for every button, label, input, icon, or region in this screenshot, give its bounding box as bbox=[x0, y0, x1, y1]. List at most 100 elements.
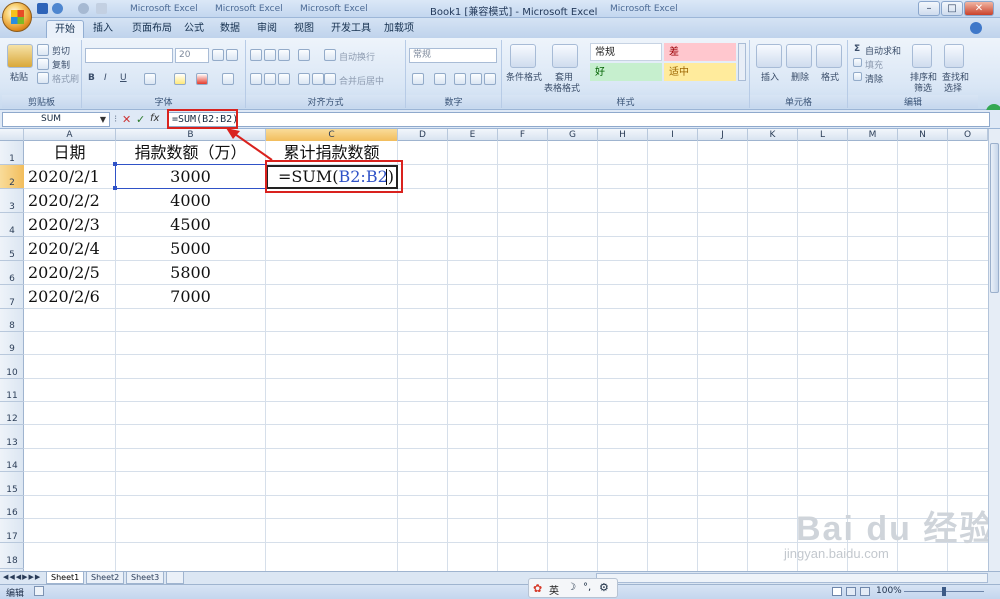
tab-view[interactable]: 视图 bbox=[286, 20, 322, 38]
column-header-j[interactable]: J bbox=[698, 129, 748, 141]
align-left-icon[interactable] bbox=[250, 73, 262, 85]
bold-button[interactable]: B bbox=[88, 73, 95, 83]
tab-developer[interactable]: 开发工具 bbox=[323, 20, 379, 38]
insert-sheet-icon[interactable] bbox=[166, 572, 184, 584]
vertical-scrollbar[interactable] bbox=[988, 129, 1000, 571]
shrink-font-icon[interactable] bbox=[226, 49, 238, 61]
format-cells-icon[interactable] bbox=[816, 44, 842, 68]
redo-icon[interactable] bbox=[78, 3, 89, 14]
help-icon[interactable] bbox=[970, 22, 982, 34]
row-header[interactable]: 11 bbox=[0, 379, 24, 402]
fill-button[interactable]: 填充 bbox=[865, 58, 883, 71]
date-cell[interactable]: 2020/2/2 bbox=[28, 189, 100, 213]
punct-icon[interactable]: °, bbox=[583, 582, 591, 593]
delete-cells-icon[interactable] bbox=[786, 44, 812, 68]
column-header-h[interactable]: H bbox=[598, 129, 648, 141]
minimize-button[interactable]: – bbox=[918, 1, 940, 16]
align-right-icon[interactable] bbox=[278, 73, 290, 85]
date-cell[interactable]: 2020/2/1 bbox=[28, 165, 100, 189]
align-top-icon[interactable] bbox=[250, 49, 262, 61]
taskbar-tab[interactable]: Microsoft Excel bbox=[130, 2, 198, 16]
comma-icon[interactable] bbox=[454, 73, 466, 85]
indent-decrease-icon[interactable] bbox=[298, 73, 310, 85]
tab-data[interactable]: 数据 bbox=[212, 20, 248, 38]
font-size-combo[interactable]: 20 bbox=[175, 48, 209, 63]
wrap-text-button[interactable]: 自动换行 bbox=[339, 50, 375, 63]
insert-function-icon[interactable]: fx bbox=[150, 113, 159, 124]
row-header[interactable]: 10 bbox=[0, 355, 24, 379]
column-header-g[interactable]: G bbox=[548, 129, 598, 141]
font-name-combo[interactable] bbox=[85, 48, 173, 63]
column-header-k[interactable]: K bbox=[748, 129, 798, 141]
increase-decimal-icon[interactable] bbox=[470, 73, 482, 85]
amount-cell[interactable]: 5000 bbox=[116, 237, 265, 261]
taskbar-tab[interactable]: Microsoft Excel bbox=[610, 2, 678, 16]
amount-cell[interactable]: 4500 bbox=[116, 213, 265, 237]
clear-button[interactable]: 清除 bbox=[865, 72, 883, 85]
orientation-icon[interactable] bbox=[298, 49, 310, 61]
format-table-icon[interactable] bbox=[552, 44, 578, 68]
amount-cell[interactable]: 7000 bbox=[116, 285, 265, 309]
row-header[interactable]: 7 bbox=[0, 285, 24, 309]
row-header[interactable]: 14 bbox=[0, 449, 24, 472]
date-cell[interactable]: 2020/2/5 bbox=[28, 261, 100, 285]
select-all-button[interactable] bbox=[0, 129, 24, 141]
column-header-i[interactable]: I bbox=[648, 129, 698, 141]
cancel-icon[interactable]: ✕ bbox=[122, 113, 131, 126]
sheet-nav-icon[interactable]: ◀◀◀▶▶▶ bbox=[3, 573, 41, 581]
column-header-a[interactable]: A bbox=[24, 129, 116, 141]
paw-icon[interactable]: ✿ bbox=[533, 582, 542, 595]
tab-formulas[interactable]: 公式 bbox=[176, 20, 212, 38]
column-header-c[interactable]: C bbox=[266, 129, 398, 141]
settings-icon[interactable]: ⚙ bbox=[599, 581, 609, 594]
styles-scroll[interactable] bbox=[738, 43, 746, 81]
underline-button[interactable]: U bbox=[120, 73, 127, 83]
taskbar-tab[interactable]: Microsoft Excel bbox=[215, 2, 283, 16]
paste-icon[interactable] bbox=[7, 44, 33, 68]
column-header-d[interactable]: D bbox=[398, 129, 448, 141]
align-bottom-icon[interactable] bbox=[278, 49, 290, 61]
cut-icon[interactable] bbox=[37, 44, 49, 56]
insert-cells-button[interactable]: 插入 bbox=[761, 70, 779, 83]
style-normal[interactable]: 常规 bbox=[590, 43, 662, 61]
moon-icon[interactable]: ☽ bbox=[567, 582, 576, 593]
paste-button[interactable]: 粘贴 bbox=[10, 70, 28, 83]
copy-button[interactable]: 复制 bbox=[52, 58, 70, 71]
tab-home[interactable]: 开始 bbox=[46, 20, 84, 38]
sheet-tab-2[interactable]: Sheet2 bbox=[86, 572, 125, 584]
fill-icon[interactable] bbox=[853, 58, 862, 67]
zoom-level[interactable]: 100% bbox=[876, 586, 902, 596]
row-header[interactable]: 1 bbox=[0, 141, 24, 165]
sheet-tab-1[interactable]: Sheet1 bbox=[46, 572, 85, 584]
conditional-format-button[interactable]: 条件格式 bbox=[506, 70, 542, 83]
worksheet-grid[interactable]: 日期 捐款数额（万） 累计捐款数额 2020/2/1 3000 2020/2/2… bbox=[24, 141, 988, 571]
border-icon[interactable] bbox=[144, 73, 156, 85]
name-box[interactable]: SUM ▼ bbox=[2, 112, 110, 127]
row-header[interactable]: 9 bbox=[0, 332, 24, 355]
maximize-button[interactable]: □ bbox=[941, 1, 963, 16]
insert-cells-icon[interactable] bbox=[756, 44, 782, 68]
style-good[interactable]: 好 bbox=[590, 63, 662, 81]
merge-center-icon[interactable] bbox=[324, 73, 336, 85]
conditional-format-icon[interactable] bbox=[510, 44, 536, 68]
undo-icon[interactable] bbox=[52, 3, 63, 14]
date-cell[interactable]: 2020/2/6 bbox=[28, 285, 100, 309]
row-header[interactable]: 2 bbox=[0, 165, 24, 189]
column-header-l[interactable]: L bbox=[798, 129, 848, 141]
row-header[interactable]: 8 bbox=[0, 309, 24, 332]
amount-cell[interactable]: 4000 bbox=[116, 189, 265, 213]
row-header[interactable]: 17 bbox=[0, 519, 24, 543]
page-layout-view-icon[interactable] bbox=[846, 587, 856, 596]
scroll-thumb[interactable] bbox=[990, 143, 999, 293]
chevron-down-icon[interactable]: ▼ bbox=[100, 113, 106, 126]
row-header[interactable]: 6 bbox=[0, 261, 24, 285]
sheet-tab-3[interactable]: Sheet3 bbox=[126, 572, 165, 584]
row-header[interactable]: 12 bbox=[0, 402, 24, 425]
decrease-decimal-icon[interactable] bbox=[484, 73, 496, 85]
delete-cells-button[interactable]: 删除 bbox=[791, 70, 809, 83]
row-header[interactable]: 18 bbox=[0, 543, 24, 569]
autosum-button[interactable]: 自动求和 bbox=[865, 44, 901, 57]
percent-icon[interactable] bbox=[434, 73, 446, 85]
row-header[interactable]: 15 bbox=[0, 472, 24, 496]
column-header-f[interactable]: F bbox=[498, 129, 548, 141]
